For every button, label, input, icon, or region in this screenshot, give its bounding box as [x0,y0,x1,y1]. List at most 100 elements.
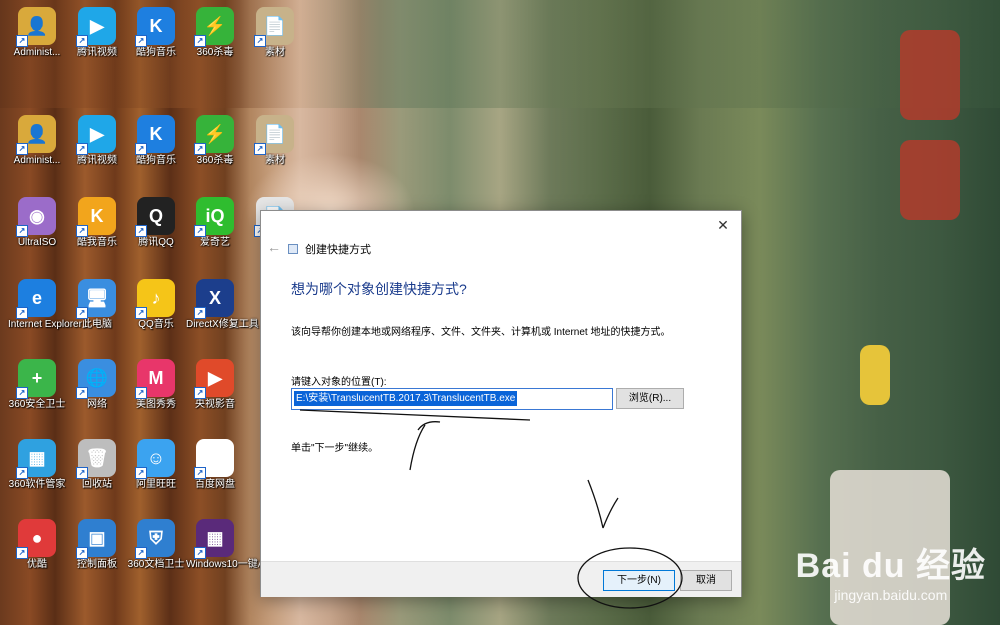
close-button[interactable]: ✕ [713,215,733,235]
shortcut-arrow-icon: ↗ [16,225,28,237]
app-icon: M ↗ [135,359,175,399]
shortcut-arrow-icon: ↗ [76,547,88,559]
desktop-icon-label: 腾讯QQ [138,237,174,248]
desktop-icon[interactable]: + ↗ 360安全卫士 [8,357,66,429]
app-icon: ▶ ↗ [194,359,234,399]
app-icon: ⚡ ↗ [194,115,234,155]
desktop-icon-label: 回收站 [82,479,112,490]
desktop-icon[interactable]: K ↗ 酷我音乐 [68,195,126,267]
desktop-icon[interactable]: 👤 ↗ Administ... [8,113,66,185]
desktop-icon-label: 酷我音乐 [77,237,117,248]
shortcut-arrow-icon: ↗ [76,35,88,47]
shortcut-arrow-icon: ↗ [76,467,88,479]
shortcut-arrow-icon: ↗ [76,307,88,319]
desktop-icon-label: 酷狗音乐 [136,47,176,58]
desktop: 👤 ↗ Administ... ▶ ↗ 腾讯视频 K ↗ 酷狗音乐 ⚡ ↗ 360杀毒 📄 ↗ 素材 👤 ↗ Ad… [0,0,1000,625]
desktop-icon[interactable]: ▶ ↗ 腾讯视频 [68,5,126,77]
shortcut-arrow-icon: ↗ [135,467,147,479]
shortcut-arrow-icon: ↗ [16,467,28,479]
desktop-icon-label: 腾讯视频 [77,47,117,58]
desktop-icon-label: 百度网盘 [195,479,235,490]
desktop-icon[interactable]: Q ↗ 腾讯QQ [127,195,185,267]
app-icon: Q ↗ [135,197,175,237]
desktop-icon[interactable]: K ↗ 酷狗音乐 [127,5,185,77]
shortcut-icon [288,244,298,254]
shortcut-arrow-icon: ↗ [16,307,28,319]
desktop-icon[interactable]: ⛨ ↗ 360文档卫士 [127,517,185,589]
desktop-icon-label: 素材 [265,47,285,58]
desktop-icon[interactable]: 👤 ↗ Administ... [8,5,66,77]
app-icon: ☁ ↗ [194,439,234,479]
bottle-decoration [900,30,960,120]
desktop-icon[interactable]: ▦ ↗ 360软件管家 [8,437,66,509]
desktop-icon-label: Internet Explorer [8,319,82,330]
desktop-icon-label: Administ... [13,47,61,58]
desktop-icon-label: 酷狗音乐 [136,155,176,166]
desktop-icon[interactable]: ▶ ↗ 央视影音 [186,357,244,429]
app-icon: 📄↗ [254,7,294,47]
shortcut-arrow-icon: ↗ [76,225,88,237]
desktop-icon-label: 美图秀秀 [136,399,176,410]
desktop-icon[interactable]: ☺ ↗ 阿里旺旺 [127,437,185,509]
desktop-icon-label: 360安全卫士 [8,399,66,410]
app-icon: ▦ ↗ [194,519,234,559]
back-arrow-icon[interactable]: ← [267,239,281,255]
desktop-icon[interactable]: 🗑 ↗ 回收站 [68,437,126,509]
app-icon: ◉ ↗ [16,197,56,237]
bottle-decoration [860,345,890,405]
desktop-icon[interactable]: ♪ ↗ QQ音乐 [127,277,185,349]
desktop-icon-label: 央视影音 [195,399,235,410]
app-icon: ⚡ ↗ [194,7,234,47]
desktop-icon-label: 素材 [265,155,285,166]
app-icon: K ↗ [135,7,175,47]
app-icon: ▶ ↗ [76,7,116,47]
desktop-icon[interactable]: ⚡ ↗ 360杀毒 [186,5,244,77]
app-icon: 🗑 ↗ [76,439,116,479]
desktop-icon-label: 优酷 [27,559,47,570]
desktop-icon[interactable]: 📄 ↗ 素材 [246,5,304,77]
app-icon: K ↗ [135,115,175,155]
browse-button[interactable]: 浏览(R)... [616,388,684,409]
desktop-icon[interactable]: 📄 ↗ 素材 [246,113,304,185]
desktop-icon[interactable]: X ↗ DirectX修复工具 [186,277,259,349]
shortcut-arrow-icon: ↗ [16,387,28,399]
desktop-icon[interactable]: ☁ ↗ 百度网盘 [186,437,244,509]
wizard-heading: 想为哪个对象创建快捷方式? [291,281,467,297]
shortcut-arrow-icon: ↗ [194,225,206,237]
desktop-icon[interactable]: 🖥 ↗ 此电脑 [68,277,126,349]
desktop-icon[interactable]: ▣ ↗ 控制面板 [68,517,126,589]
desktop-icon[interactable]: K ↗ 酷狗音乐 [127,113,185,185]
desktop-icon-label: 此电脑 [82,319,112,330]
app-icon: iQ ↗ [194,197,234,237]
app-icon: ▣ ↗ [76,519,116,559]
desktop-icon[interactable]: e ↗ Internet Explorer [8,277,82,349]
desktop-icon-label: 网络 [87,399,107,410]
desktop-icon-label: Windows10一键Aero [186,559,279,570]
desktop-icon-label: 控制面板 [77,559,117,570]
bottle-decoration [900,140,960,220]
shortcut-arrow-icon: ↗ [194,467,206,479]
desktop-icon[interactable]: M ↗ 美图秀秀 [127,357,185,429]
desktop-icon-label: 360文档卫士 [127,559,185,570]
desktop-icon[interactable]: ⚡ ↗ 360杀毒 [186,113,244,185]
desktop-icon[interactable]: ▦ ↗ Windows10一键Aero [186,517,279,589]
desktop-icon-label: 360杀毒 [196,47,234,58]
app-icon: 👤 ↗ [16,115,56,155]
desktop-icon[interactable]: ▶ ↗ 腾讯视频 [68,113,126,185]
app-icon: X ↗ [194,279,234,319]
app-icon: ☺ ↗ [135,439,175,479]
desktop-icon-label: UltraISO [17,237,57,248]
watermark-site: jingyan.baidu.com [834,587,948,603]
desktop-icon[interactable]: iQ ↗ 爱奇艺 [186,195,244,267]
cancel-button[interactable]: 取消 [680,570,732,591]
shortcut-arrow-icon: ↗ [194,143,206,155]
shortcut-arrow-icon: ↗ [254,35,266,47]
desktop-icon[interactable]: 🌐 ↗ 网络 [68,357,126,429]
desktop-icon[interactable]: ◉ ↗ UltraISO [8,195,66,267]
app-icon: 👤 ↗ [16,7,56,47]
next-button[interactable]: 下一步(N) [603,570,675,591]
app-icon: 📄↗ [254,115,294,155]
desktop-icon[interactable]: ● ↗ 优酷 [8,517,66,589]
app-icon: ⛨ ↗ [135,519,175,559]
desktop-icon-label: DirectX修复工具 [186,319,259,330]
